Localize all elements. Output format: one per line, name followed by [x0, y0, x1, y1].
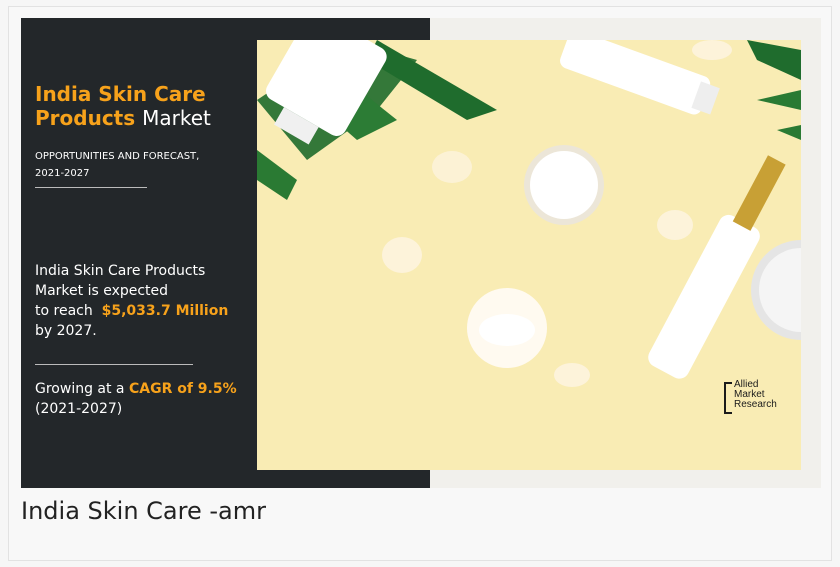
- logo-icon: [724, 382, 732, 414]
- palm-leaf: [777, 125, 801, 140]
- palm-leaf: [757, 90, 801, 110]
- product-photo: Allied Market Research: [257, 40, 801, 470]
- petal: [657, 210, 693, 240]
- forecast-value: $5,033.7 Million: [101, 303, 229, 319]
- image-caption: India Skin Care -amr: [21, 497, 266, 525]
- infographic-banner: India Skin Care Products Market OPPORTUN…: [21, 18, 821, 488]
- banner-title: India Skin Care Products Market: [35, 82, 211, 130]
- petal: [382, 237, 422, 273]
- allied-market-research-logo: Allied Market Research: [724, 380, 796, 422]
- cagr-value: CAGR of 9.5%: [128, 381, 237, 397]
- divider: [35, 187, 147, 188]
- skin-care-products-illustration: [257, 40, 801, 387]
- divider: [35, 364, 193, 365]
- petal: [432, 151, 472, 183]
- palm-leaf: [257, 150, 297, 200]
- cagr-statement: Growing at a CAGR of 9.5% (2021-2027): [35, 381, 237, 417]
- petal: [554, 363, 590, 387]
- palm-leaf: [747, 40, 801, 80]
- petal: [692, 40, 732, 60]
- forecast-statement: India Skin Care Products Market is expec…: [35, 263, 229, 339]
- banner-subtitle: OPPORTUNITIES AND FORECAST, 2021-2027: [35, 151, 200, 179]
